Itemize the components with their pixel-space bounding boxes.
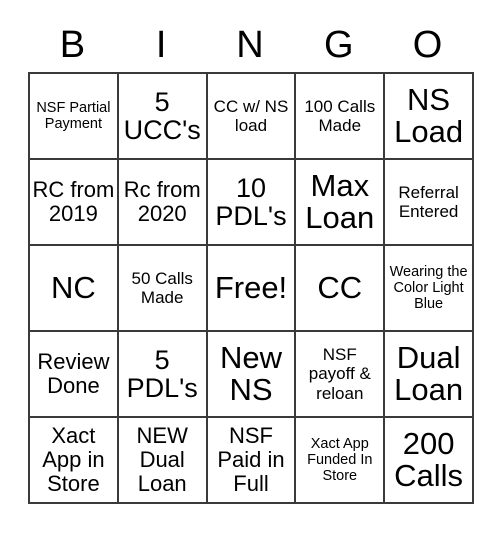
- bingo-cell[interactable]: CC: [296, 246, 386, 332]
- bingo-cell-label: NEW Dual Loan: [136, 422, 188, 497]
- bingo-cell[interactable]: 200 Calls: [385, 418, 474, 504]
- bingo-cell-label: 50 Calls Made: [131, 268, 193, 307]
- bingo-cell[interactable]: NS Load: [385, 74, 474, 160]
- bingo-row: RC from 2019 Rc from 2020 10 PDL's Max L…: [30, 160, 474, 246]
- bingo-row: Xact App in Store NEW Dual Loan NSF Paid…: [30, 418, 474, 504]
- bingo-cell[interactable]: Review Done: [30, 332, 119, 418]
- bingo-cell-label: NSF Partial Payment: [36, 99, 111, 132]
- bingo-cell[interactable]: NSF Partial Payment: [30, 74, 119, 160]
- bingo-cell-label: Free!: [214, 270, 288, 306]
- bingo-cell-label: Xact App Funded In Store: [307, 435, 373, 485]
- bingo-header-letter-i: I: [155, 24, 167, 66]
- bingo-cell-label: CC w/ NS load: [213, 96, 289, 135]
- bingo-cell-label: Referral Entered: [398, 182, 459, 221]
- bingo-cell-label: 100 Calls Made: [304, 96, 376, 135]
- bingo-grid: NSF Partial Payment 5 UCC's CC w/ NS loa…: [28, 72, 474, 504]
- bingo-row: Review Done 5 PDL's New NS NSF payoff & …: [30, 332, 474, 418]
- bingo-cell[interactable]: Rc from 2020: [118, 160, 208, 246]
- bingo-cell[interactable]: 5 UCC's: [118, 74, 208, 160]
- bingo-cell-label: RC from 2019: [32, 176, 115, 226]
- bingo-cell-label: 5 PDL's: [126, 344, 198, 403]
- bingo-cell[interactable]: 100 Calls Made: [296, 74, 386, 160]
- bingo-cell[interactable]: Xact App in Store: [30, 418, 119, 504]
- bingo-header-letter-g: G: [324, 24, 354, 66]
- bingo-cell-label: 10 PDL's: [215, 172, 287, 231]
- bingo-row: NC 50 Calls Made Free! CC Wearing the Co…: [30, 246, 474, 332]
- bingo-cell-label: NS Load: [394, 82, 464, 149]
- bingo-cell-label: Xact App in Store: [42, 422, 105, 497]
- bingo-row: NSF Partial Payment 5 UCC's CC w/ NS loa…: [30, 74, 474, 160]
- bingo-cell-label: New NS: [219, 340, 282, 407]
- bingo-cell[interactable]: 50 Calls Made: [118, 246, 208, 332]
- bingo-cell[interactable]: Xact App Funded In Store: [296, 418, 386, 504]
- bingo-cell[interactable]: RC from 2019: [30, 160, 119, 246]
- bingo-cell-label: CC: [317, 270, 363, 306]
- bingo-cell[interactable]: Max Loan: [296, 160, 386, 246]
- bingo-cell[interactable]: Dual Loan: [385, 332, 474, 418]
- bingo-cell[interactable]: NEW Dual Loan: [118, 418, 208, 504]
- bingo-cell[interactable]: Referral Entered: [385, 160, 474, 246]
- bingo-header-letter-n: N: [236, 24, 264, 66]
- bingo-cell[interactable]: NSF Paid in Full: [207, 418, 297, 504]
- bingo-cell-label: Wearing the Color Light Blue: [389, 263, 468, 313]
- bingo-header-letter-b: B: [59, 24, 86, 66]
- bingo-cell[interactable]: 5 PDL's: [118, 332, 208, 418]
- bingo-header-letter-o: O: [412, 24, 443, 66]
- bingo-cell-label: Max Loan: [305, 168, 375, 235]
- bingo-cell-label: Dual Loan: [394, 340, 464, 407]
- bingo-cell-label: Rc from 2020: [123, 176, 201, 226]
- bingo-cell-label: Review Done: [37, 348, 110, 398]
- bingo-card: B I N G O NSF Partial Payment 5 UCC's CC…: [28, 18, 474, 504]
- bingo-cell-free[interactable]: Free!: [207, 246, 297, 332]
- bingo-cell-label: 5 UCC's: [123, 86, 201, 145]
- bingo-cell-label: NSF payoff & reloan: [308, 345, 371, 403]
- bingo-cell[interactable]: CC w/ NS load: [207, 74, 297, 160]
- bingo-cell[interactable]: NC: [30, 246, 119, 332]
- bingo-cell[interactable]: NSF payoff & reloan: [296, 332, 386, 418]
- bingo-cell-label: NC: [51, 270, 96, 306]
- bingo-cell-label: 200 Calls: [394, 426, 464, 493]
- bingo-cell[interactable]: Wearing the Color Light Blue: [385, 246, 474, 332]
- bingo-cell[interactable]: New NS: [207, 332, 297, 418]
- bingo-cell-label: NSF Paid in Full: [217, 422, 285, 497]
- bingo-cell[interactable]: 10 PDL's: [207, 160, 297, 246]
- bingo-header-row: B I N G O: [28, 18, 472, 72]
